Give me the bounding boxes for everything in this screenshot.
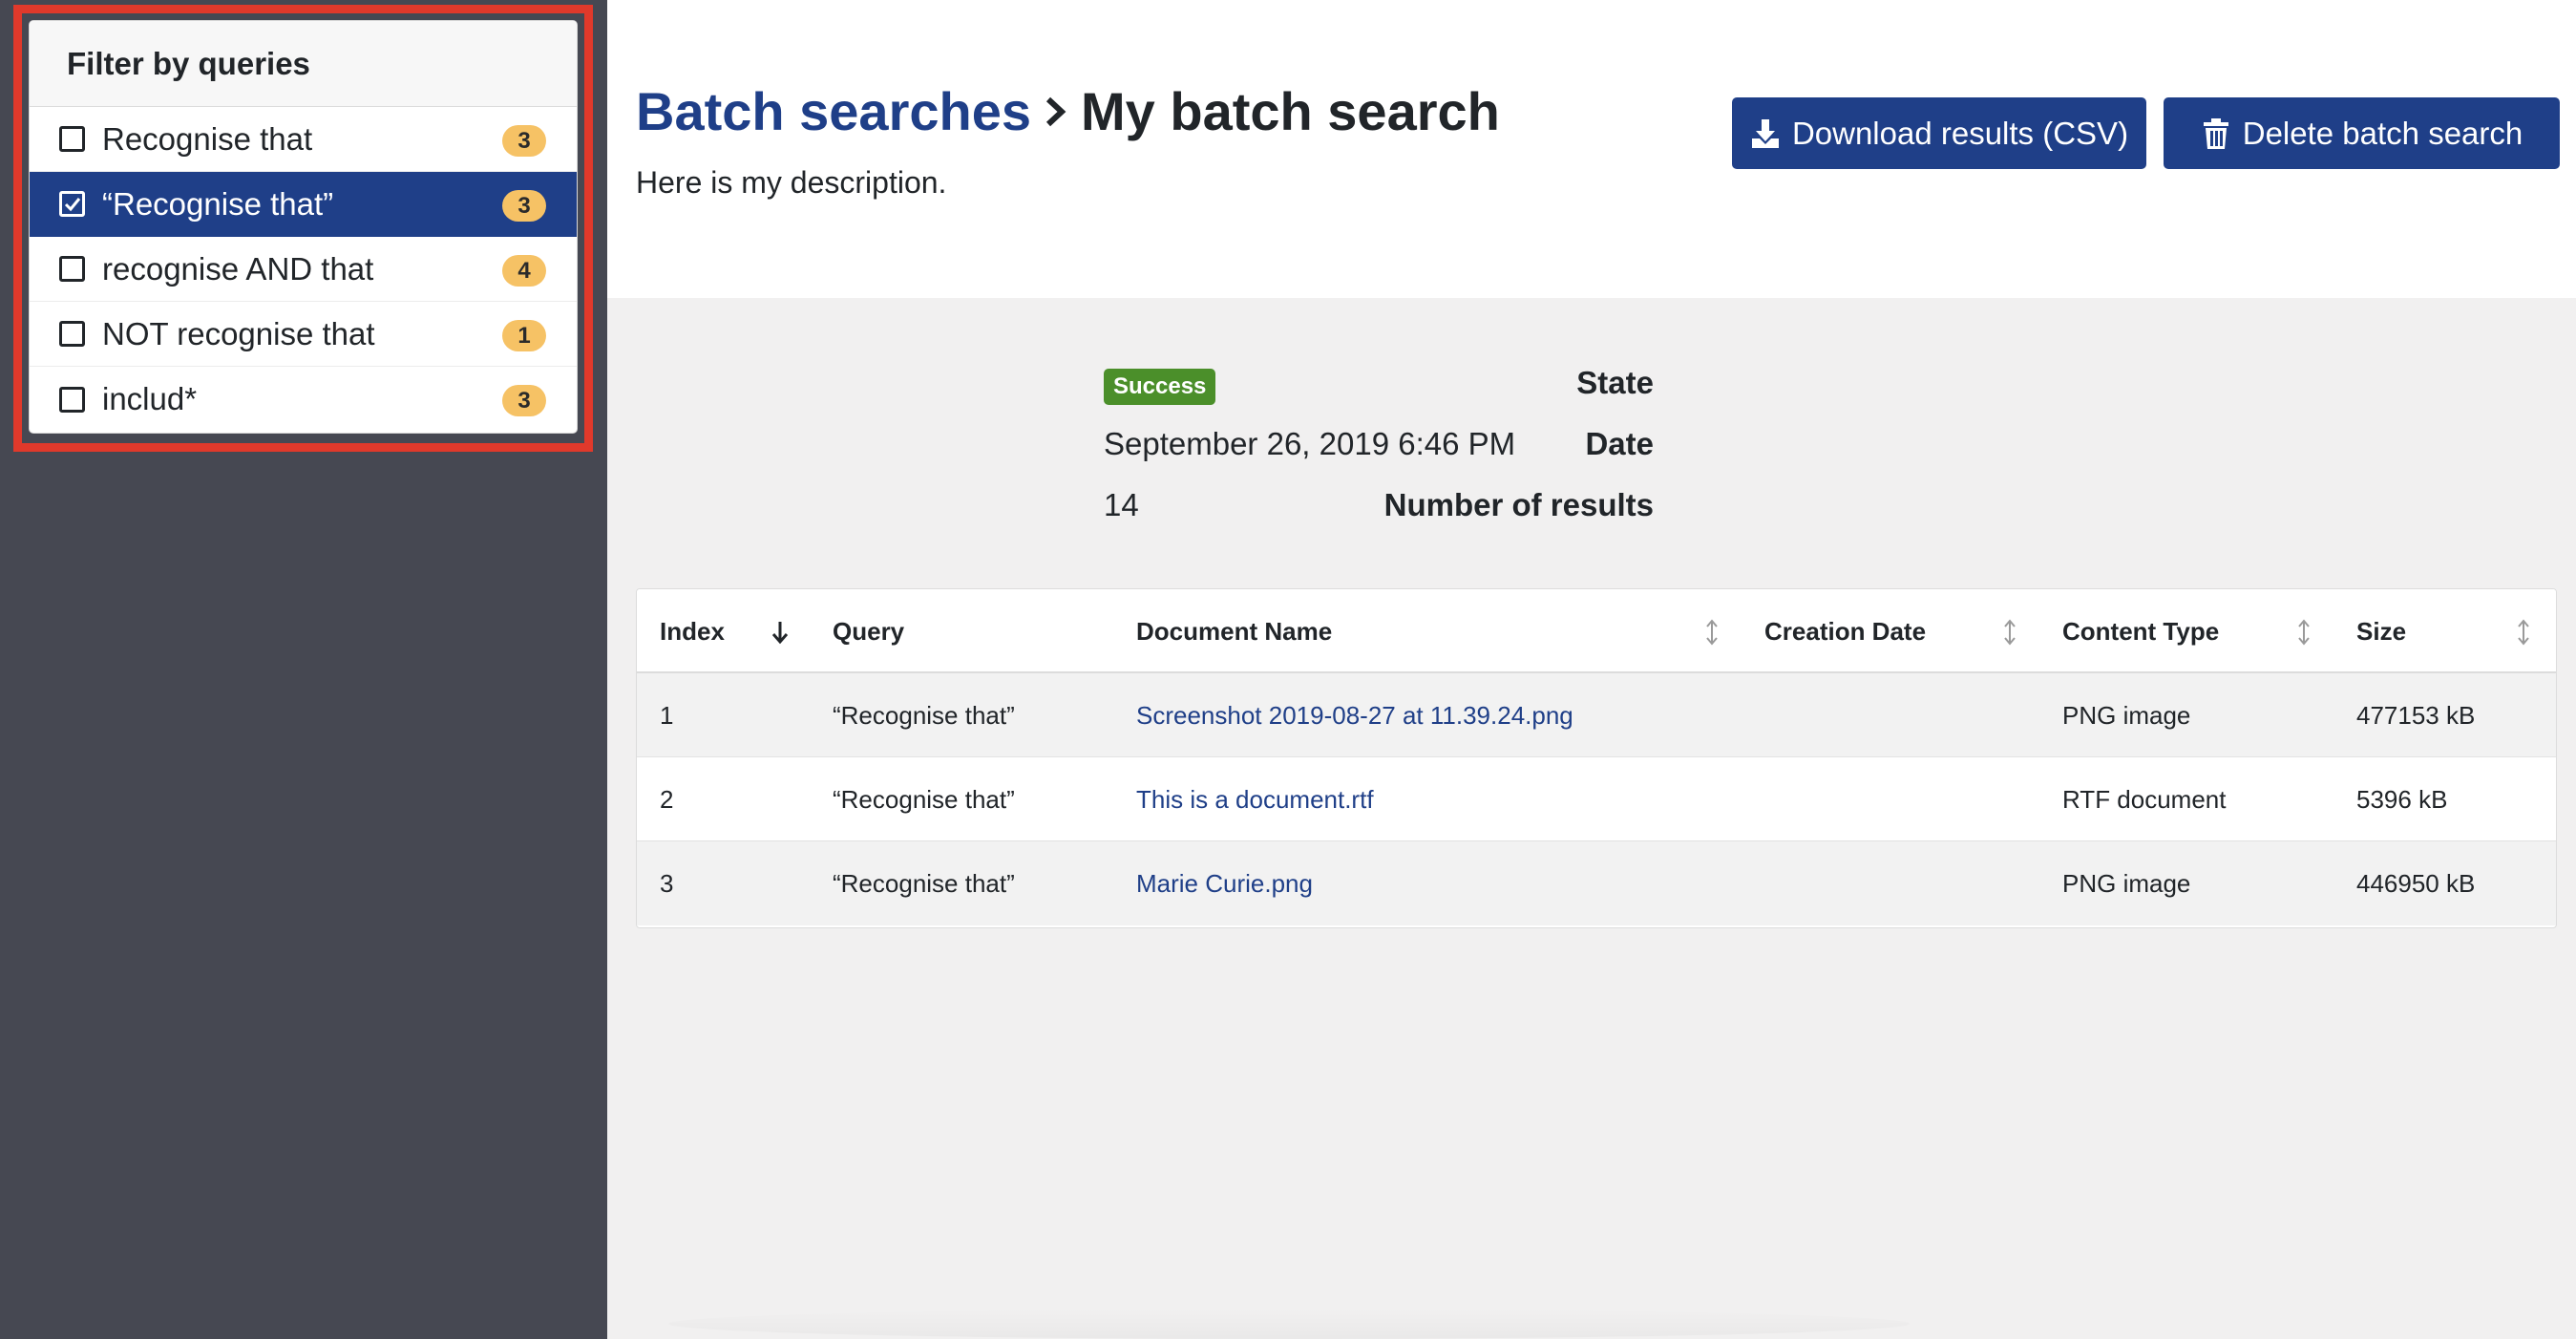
table-row: 3 “Recognise that” Marie Curie.png PNG i… xyxy=(637,841,2556,925)
cell-index: 2 xyxy=(660,784,674,814)
page-title: My batch search xyxy=(1081,81,1500,141)
chevron-right-icon xyxy=(1043,95,1069,129)
table-row: 2 “Recognise that” This is a document.rt… xyxy=(637,757,2556,841)
cell-content-type: RTF document xyxy=(2062,784,2227,814)
cell-index: 3 xyxy=(660,868,674,898)
query-count-badge: 3 xyxy=(502,125,546,157)
cell-size: 446950 kB xyxy=(2356,868,2476,898)
column-header-index[interactable]: Index xyxy=(660,589,725,673)
column-header-content-type[interactable]: Content Type xyxy=(2062,589,2219,673)
date-value: September 26, 2019 6:46 PM xyxy=(1104,426,1516,461)
table-row: 1 “Recognise that” Screenshot 2019-08-27… xyxy=(637,673,2556,757)
query-filter-item[interactable]: recognise AND that 4 xyxy=(30,237,577,302)
table-header: Index Query Document Name Creation Date … xyxy=(637,589,2556,673)
cell-size: 5396 kB xyxy=(2356,784,2448,814)
results-count-row: Number of results 14 xyxy=(607,487,2576,535)
check-icon xyxy=(64,197,80,211)
sort-icon[interactable] xyxy=(2294,618,2313,647)
delete-batch-search-button[interactable]: Delete batch search xyxy=(2164,97,2560,169)
footer-shadow xyxy=(668,1308,1910,1339)
filter-title: Filter by queries xyxy=(30,21,577,107)
checkbox-checked[interactable] xyxy=(59,191,85,217)
query-count-badge: 3 xyxy=(502,190,546,222)
filter-by-queries-card: Filter by queries Recognise that 3 “Reco… xyxy=(29,20,578,434)
column-header-size[interactable]: Size xyxy=(2356,589,2406,673)
batch-details: State Success Date September 26, 2019 6:… xyxy=(607,298,2576,584)
query-filter-label: includ* xyxy=(102,381,198,416)
sidebar: Filter by queries Recognise that 3 “Reco… xyxy=(0,0,607,1339)
column-header-query[interactable]: Query xyxy=(833,589,904,673)
results-count-label: Number of results xyxy=(1383,487,1654,522)
state-label: State xyxy=(1576,365,1654,400)
query-filter-item-selected[interactable]: “Recognise that” 3 xyxy=(30,172,577,237)
arrow-down-icon[interactable] xyxy=(771,618,790,647)
checkbox-unchecked[interactable] xyxy=(59,321,85,347)
query-count-badge: 4 xyxy=(502,255,546,287)
checkbox-unchecked[interactable] xyxy=(59,386,85,413)
query-filter-item[interactable]: NOT recognise that 1 xyxy=(30,302,577,367)
column-header-document-name[interactable]: Document Name xyxy=(1136,589,1332,673)
checkbox-unchecked[interactable] xyxy=(59,256,85,282)
cell-content-type: PNG image xyxy=(2062,700,2191,730)
results-table: Index Query Document Name Creation Date … xyxy=(636,588,2557,928)
query-filter-label: recognise AND that xyxy=(102,250,374,287)
delete-batch-search-label: Delete batch search xyxy=(2242,115,2523,151)
download-results-button[interactable]: Download results (CSV) xyxy=(1732,97,2146,169)
date-label: Date xyxy=(1585,426,1654,461)
cell-query: “Recognise that” xyxy=(833,700,1015,730)
checkbox-unchecked[interactable] xyxy=(59,126,85,152)
sort-icon[interactable] xyxy=(1702,618,1721,647)
cell-query: “Recognise that” xyxy=(833,784,1015,814)
sort-icon[interactable] xyxy=(2000,618,2019,647)
query-filter-label: NOT recognise that xyxy=(102,315,375,351)
page-header: Batch searches My batch search Here is m… xyxy=(607,0,2576,298)
document-link[interactable]: This is a document.rtf xyxy=(1136,757,1374,841)
status-badge: Success xyxy=(1104,369,1216,405)
sort-icon[interactable] xyxy=(2514,618,2533,647)
cell-size: 477153 kB xyxy=(2356,700,2476,730)
column-header-creation-date[interactable]: Creation Date xyxy=(1764,589,1926,673)
query-count-badge: 1 xyxy=(502,320,546,351)
query-filter-label: “Recognise that” xyxy=(102,185,334,222)
trash-icon xyxy=(2203,117,2228,149)
state-row: State xyxy=(607,365,2576,413)
cell-content-type: PNG image xyxy=(2062,868,2191,898)
query-filter-label: Recognise that xyxy=(102,120,313,157)
results-count-value: 14 xyxy=(1104,487,1139,522)
batch-description: Here is my description. xyxy=(636,165,947,200)
breadcrumb-batch-searches-link[interactable]: Batch searches xyxy=(636,80,1031,142)
query-filter-item[interactable]: Recognise that 3 xyxy=(30,107,577,172)
query-filter-item[interactable]: includ* 3 xyxy=(30,367,577,432)
cell-index: 1 xyxy=(660,700,674,730)
download-icon xyxy=(1751,118,1779,148)
document-link[interactable]: Screenshot 2019-08-27 at 11.39.24.png xyxy=(1136,673,1573,757)
query-count-badge: 3 xyxy=(502,385,546,416)
download-results-label: Download results (CSV) xyxy=(1791,115,2129,151)
document-link[interactable]: Marie Curie.png xyxy=(1136,841,1313,925)
breadcrumb: Batch searches My batch search xyxy=(636,80,1500,142)
date-row: Date September 26, 2019 6:46 PM xyxy=(607,426,2576,474)
cell-query: “Recognise that” xyxy=(833,868,1015,898)
